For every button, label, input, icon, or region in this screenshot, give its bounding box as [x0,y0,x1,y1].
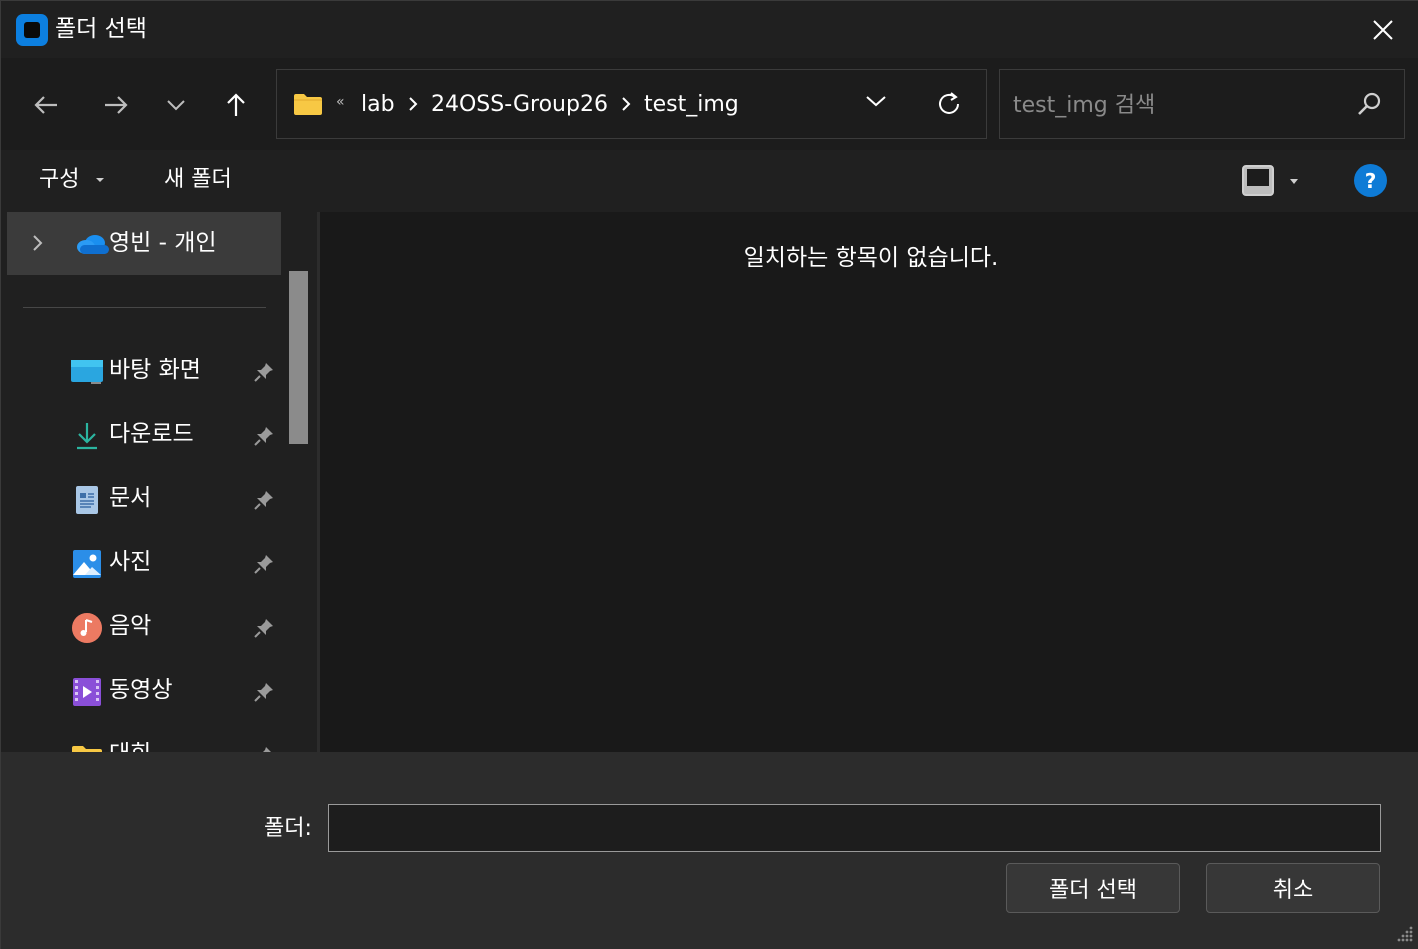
resize-grip-icon[interactable] [1395,924,1415,944]
music-icon [72,613,102,643]
select-folder-button[interactable]: 폴더 선택 [1006,863,1180,913]
nav-divider [23,307,266,308]
folder-icon [294,94,322,115]
nav-item-label: 동영상 [109,677,173,703]
nav-item-desktop[interactable]: 바탕 화면 [1,344,291,400]
search-input[interactable] [1013,90,1353,120]
pin-icon[interactable] [253,745,275,752]
search-icon[interactable] [1355,91,1383,119]
pin-icon[interactable] [253,489,275,511]
file-list-area[interactable]: 일치하는 항목이 없습니다. [320,212,1418,752]
videos-icon [73,678,101,706]
help-icon[interactable]: ? [1354,164,1387,197]
nav-item-label: 대회 [109,740,151,752]
forward-button[interactable] [96,87,136,123]
view-icon [1242,165,1298,196]
chevron-right-icon[interactable] [408,97,418,111]
up-button[interactable] [216,87,256,123]
empty-message: 일치하는 항목이 없습니다. [743,245,999,271]
nav-item-documents[interactable]: 문서 [1,472,291,528]
nav-item-label: 바탕 화면 [109,357,201,383]
pin-icon[interactable] [253,681,275,703]
recent-locations-button[interactable] [156,87,196,123]
view-options-button[interactable] [1241,164,1305,202]
folder-name-input[interactable] [328,804,1381,852]
nav-item-folder[interactable]: 대회 [1,728,291,752]
navigation-bar: « lab 24OSS-Group26 test_img [1,58,1418,150]
nav-item-label: 문서 [109,485,152,511]
new-folder-button[interactable]: 새 폴더 [164,167,232,193]
pin-icon[interactable] [253,425,275,447]
folder-field-label: 폴더: [264,816,312,841]
arrow-right-icon [105,96,128,114]
organize-button[interactable]: 구성 [39,167,79,193]
cancel-button[interactable]: 취소 [1206,863,1380,913]
onedrive-cloud-icon [77,235,109,254]
folder-select-dialog: 폴더 선택 « lab 24OSS-Group26 test_img test_… [0,0,1418,949]
command-bar: 구성 새 폴더 ? [1,150,1418,212]
dialog-footer: 폴더: 폴더 선택 취소 [1,752,1418,949]
chevron-down-icon[interactable] [865,94,887,108]
refresh-icon[interactable] [935,90,963,118]
navigation-pane: 영빈 - 개인 바탕 화면 다운로드 문서 사진 음악 동영상 [1,212,317,752]
pin-icon[interactable] [253,617,275,639]
nav-item-downloads[interactable]: 다운로드 [1,408,291,464]
address-bar[interactable]: « lab 24OSS-Group26 test_img [276,69,987,139]
close-icon [1373,20,1393,40]
chevron-right-icon[interactable] [31,234,43,252]
documents-icon [76,486,98,514]
nav-item-label: 음악 [109,613,152,639]
pictures-icon [73,550,101,578]
arrow-up-icon [227,93,245,116]
chevron-down-icon [167,100,185,111]
window-title: 폴더 선택 [55,16,147,42]
breadcrumb-item[interactable]: 24OSS-Group26 [431,92,608,118]
folder-icon [72,746,102,752]
breadcrumb-overflow[interactable]: « [336,94,345,110]
arrow-left-icon [34,96,57,114]
back-button[interactable] [26,87,66,123]
nav-item-label: 영빈 - 개인 [109,230,217,256]
nav-item-music[interactable]: 음악 [1,600,291,656]
nav-item-label: 다운로드 [109,421,194,447]
nav-item-onedrive[interactable]: 영빈 - 개인 [7,212,281,275]
nav-item-videos[interactable]: 동영상 [1,664,291,720]
desktop-icon [71,360,103,384]
breadcrumb-item[interactable]: test_img [644,92,739,118]
nav-item-label: 사진 [109,549,152,575]
caret-down-icon [96,178,104,182]
breadcrumb-item[interactable]: lab [361,92,395,118]
pin-icon[interactable] [253,553,275,575]
nav-item-pictures[interactable]: 사진 [1,536,291,592]
chevron-right-icon[interactable] [621,97,631,111]
title-bar: 폴더 선택 [1,1,1418,58]
app-icon [16,14,48,46]
search-box[interactable] [999,69,1405,139]
pin-icon[interactable] [253,361,275,383]
close-button[interactable] [1365,15,1401,45]
download-icon [77,423,97,450]
nav-pane-scrollbar[interactable] [289,271,308,444]
